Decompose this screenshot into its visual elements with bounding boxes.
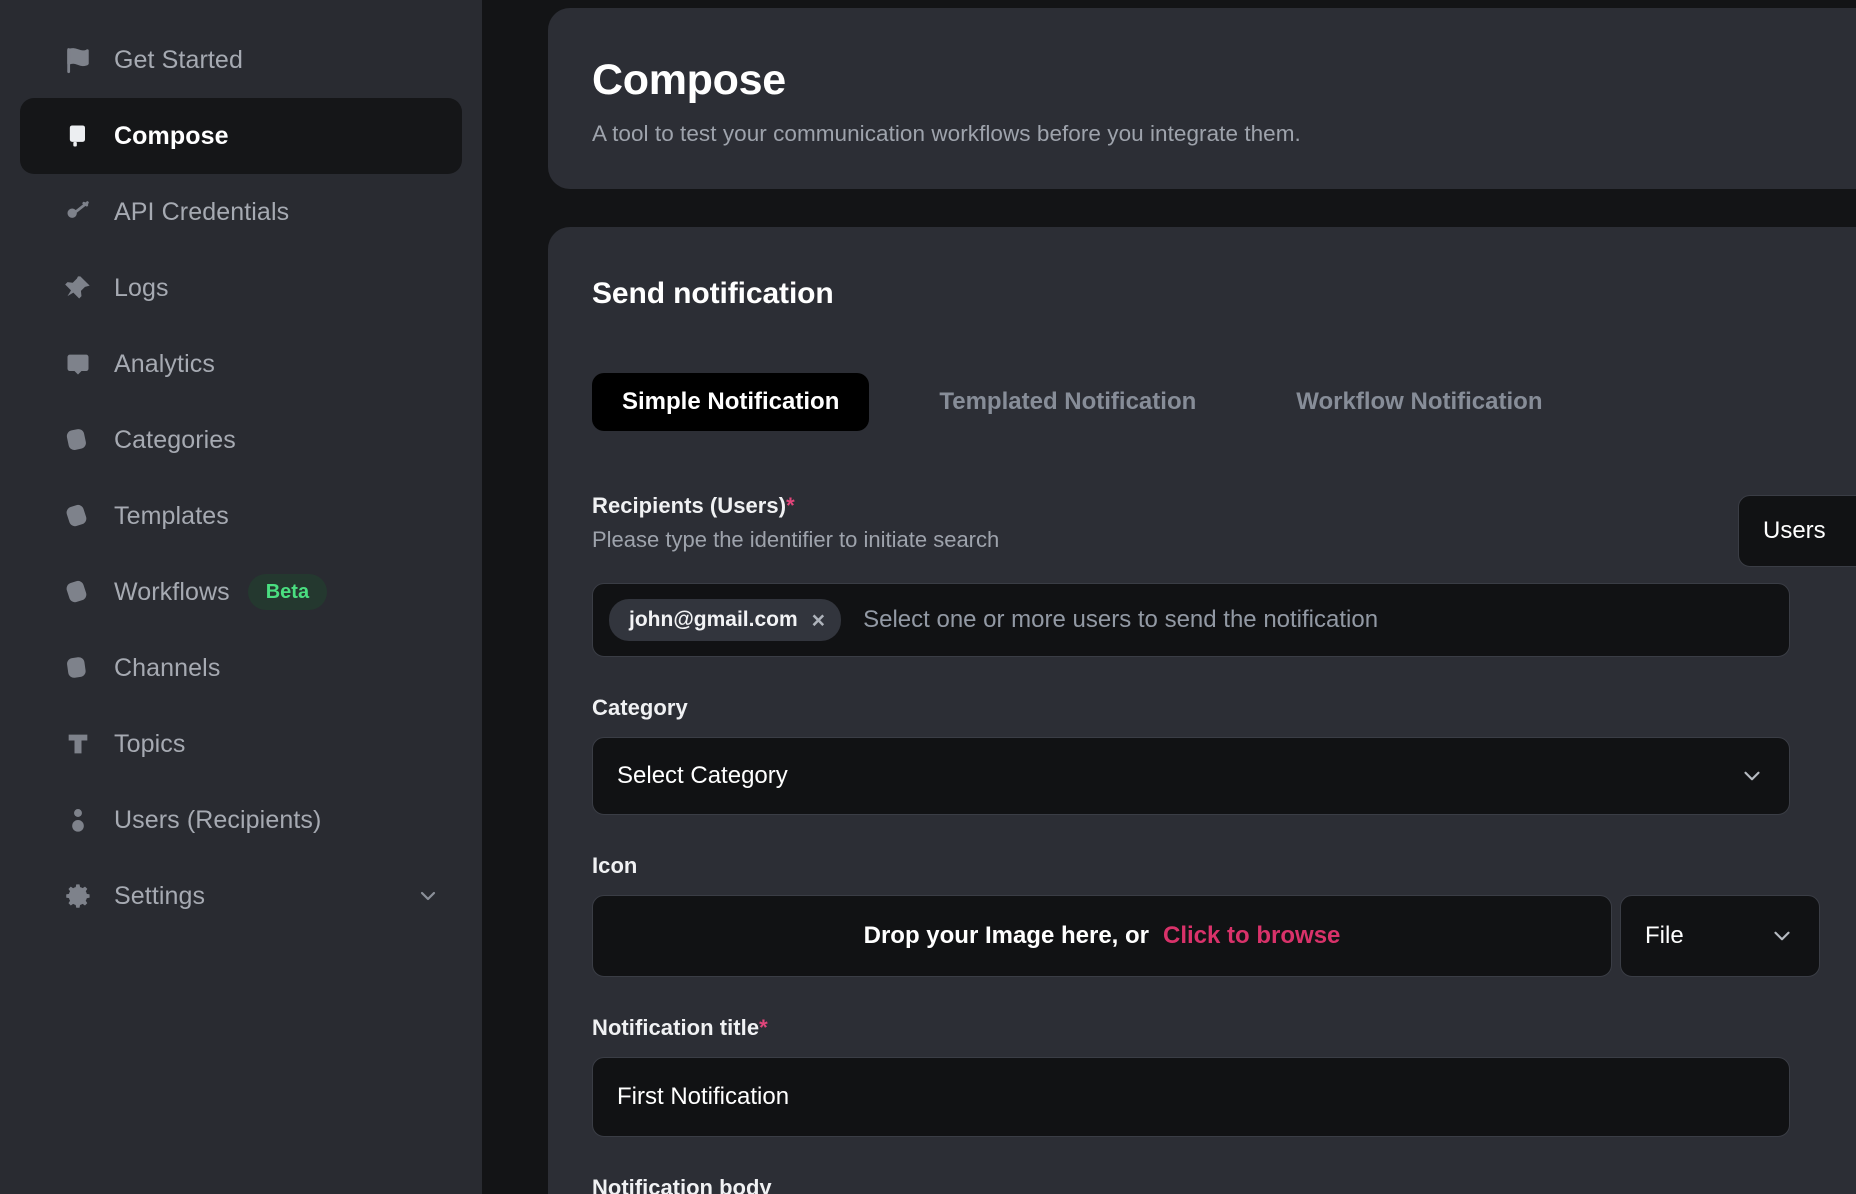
required-asterisk: * (759, 1015, 768, 1041)
user-icon (62, 804, 94, 836)
section-title: Send notification (592, 277, 834, 311)
sidebar-item-label: Users (Recipients) (114, 805, 322, 834)
sidebar-item-settings[interactable]: Settings (20, 858, 462, 934)
sidebar-item-label: Analytics (114, 349, 215, 378)
sidebar-item-label: Topics (114, 729, 186, 758)
chart-icon (62, 348, 94, 380)
notification-type-tabs: Simple Notification Templated Notificati… (592, 373, 1856, 432)
icon-source-select[interactable]: File (1620, 895, 1820, 978)
category-label: Category (592, 695, 688, 721)
flag-icon (62, 44, 94, 76)
required-asterisk: * (786, 493, 795, 519)
sidebar-item-api-credentials[interactable]: API Credentials (20, 174, 462, 250)
chevron-down-icon[interactable] (416, 884, 440, 908)
recipient-type-value: Users (1763, 517, 1826, 545)
tag-icon (62, 576, 94, 608)
sidebar-item-label: API Credentials (114, 197, 290, 226)
browse-files-link[interactable]: Click to browse (1163, 922, 1340, 950)
icon-source-value: File (1645, 922, 1684, 950)
sidebar-item-analytics[interactable]: Analytics (20, 326, 462, 402)
recipients-labels: Recipients (Users)* Please type the iden… (592, 493, 1738, 553)
beta-badge: Beta (247, 574, 328, 610)
app-root: Get Started Compose API Credentials Logs (0, 0, 1856, 1194)
sidebar-item-label: Workflows (114, 577, 230, 606)
sidebar: Get Started Compose API Credentials Logs (0, 0, 482, 1194)
dropzone-instruction: Drop your Image here, or (863, 922, 1150, 950)
notification-title-value: First Notification (617, 1083, 790, 1111)
recipients-input[interactable]: john@gmail.com × Select one or more user… (592, 583, 1790, 658)
recipients-label: Recipients (Users)* (592, 493, 1738, 519)
sidebar-item-compose[interactable]: Compose (20, 98, 462, 174)
sidebar-item-logs[interactable]: Logs (20, 250, 462, 326)
topic-icon (62, 728, 94, 760)
sidebar-item-topics[interactable]: Topics (20, 706, 462, 782)
sidebar-item-users-recipients[interactable]: Users (Recipients) (20, 782, 462, 858)
notification-title-label: Notification title* (592, 1015, 1856, 1041)
sidebar-item-workflows[interactable]: Workflows Beta (20, 554, 462, 630)
tag-icon (62, 500, 94, 532)
tag-icon (62, 424, 94, 456)
recipient-tag: john@gmail.com × (609, 599, 842, 642)
page-title: Compose (592, 56, 786, 104)
compose-icon (62, 120, 94, 152)
sidebar-item-get-started[interactable]: Get Started (20, 22, 462, 98)
category-field-group: Category Select Category (592, 695, 1856, 816)
sidebar-item-categories[interactable]: Categories (20, 402, 462, 478)
page-subtitle: A tool to test your communication workfl… (592, 121, 1301, 147)
key-icon (62, 196, 94, 228)
send-notification-panel: Send notification Simple Notification Te… (548, 227, 1856, 1194)
sidebar-item-channels[interactable]: Channels (20, 630, 462, 706)
chevron-down-icon (1739, 763, 1765, 789)
main-content: Compose A tool to test your communicatio… (482, 0, 1856, 1194)
recipients-field-group: Recipients (Users)* Please type the iden… (592, 493, 1856, 568)
sidebar-item-label: Categories (114, 425, 236, 454)
sidebar-item-label: Settings (114, 881, 206, 910)
icon-dropzone[interactable]: Drop your Image here, or Click to browse (592, 895, 1612, 978)
recipients-label-text: Recipients (Users) (592, 493, 787, 519)
notification-body-label: Notification body (592, 1175, 772, 1194)
recipient-type-select[interactable]: Users (1738, 495, 1856, 568)
recipient-tag-value: john@gmail.com (629, 608, 798, 632)
notification-title-field-group: Notification title* First Notification (592, 1015, 1856, 1138)
sidebar-item-label: Compose (114, 121, 229, 150)
tag-icon (62, 652, 94, 684)
recipients-help-text: Please type the identifier to initiate s… (592, 527, 1000, 553)
close-icon[interactable]: × (812, 608, 825, 632)
sidebar-item-label: Get Started (114, 45, 243, 74)
sidebar-item-label: Channels (114, 653, 221, 682)
page-header-panel: Compose A tool to test your communicatio… (548, 8, 1856, 190)
tab-templated-notification[interactable]: Templated Notification (909, 373, 1226, 431)
recipients-placeholder: Select one or more users to send the not… (863, 606, 1379, 634)
category-select[interactable]: Select Category (592, 737, 1790, 816)
icon-field-group: Icon Drop your Image here, or Click to b… (592, 853, 1856, 978)
sidebar-item-templates[interactable]: Templates (20, 478, 462, 554)
tab-workflow-notification[interactable]: Workflow Notification (1266, 373, 1572, 431)
notification-title-label-text: Notification title (592, 1015, 760, 1041)
tab-simple-notification[interactable]: Simple Notification (592, 373, 870, 432)
notification-title-input[interactable]: First Notification (592, 1057, 1790, 1138)
pin-icon (62, 272, 94, 304)
icon-label: Icon (592, 853, 638, 879)
sidebar-item-label: Logs (114, 273, 169, 302)
sidebar-item-label: Templates (114, 501, 229, 530)
category-value: Select Category (617, 762, 788, 790)
chevron-down-icon (1769, 923, 1795, 949)
icon-upload-row: Drop your Image here, or Click to browse… (592, 895, 1856, 978)
gear-icon (62, 880, 94, 912)
